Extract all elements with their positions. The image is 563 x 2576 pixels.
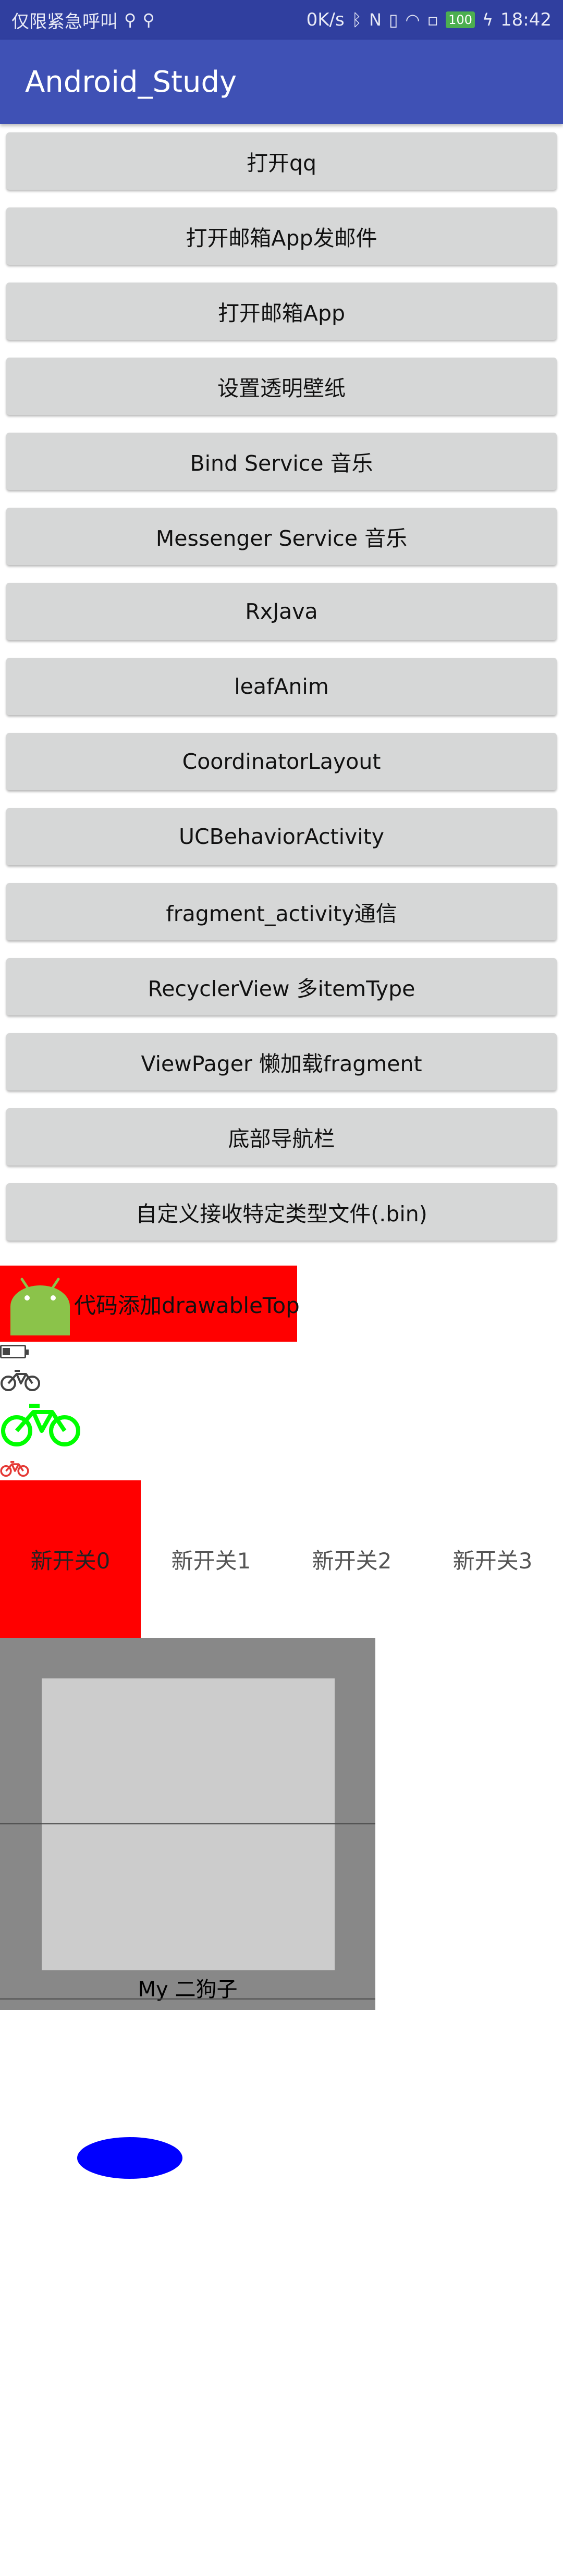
- open-mail-app-button[interactable]: 打开邮箱App: [6, 283, 557, 340]
- custom-view-inner: [42, 1678, 335, 1970]
- ucbehavior-activity-button[interactable]: UCBehaviorActivity: [6, 808, 557, 865]
- bluetooth-icon: ᛒ: [351, 10, 362, 30]
- battery-icon: 100: [446, 11, 475, 28]
- carrier-text: 仅限紧急呼叫: [11, 11, 118, 32]
- usb-icon: ⚲: [124, 10, 137, 30]
- tab-switch-3[interactable]: 新开关3: [422, 1480, 563, 1638]
- charging-icon: ϟ: [482, 10, 494, 30]
- tab-switch-2[interactable]: 新开关2: [282, 1480, 422, 1638]
- app-bar: Android_Study: [0, 40, 563, 124]
- open-qq-button[interactable]: 打开qq: [6, 132, 557, 190]
- status-bar: 仅限紧急呼叫 ⚲ ⚲ 0K/s ᛒ N ▯ ◠ ▫ 100 ϟ 18:42: [0, 0, 563, 40]
- clock: 18:42: [500, 9, 552, 30]
- rxjava-button[interactable]: RxJava: [6, 583, 557, 640]
- sim-icon: ▫: [427, 10, 439, 30]
- fragment-activity-comm-button[interactable]: fragment_activity通信: [6, 883, 557, 940]
- bottom-nav-button[interactable]: 底部导航栏: [6, 1108, 557, 1166]
- drawable-text-label: 代码添加drawableTop: [74, 1292, 300, 1318]
- open-mail-send-button[interactable]: 打开邮箱App发邮件: [6, 207, 557, 265]
- wifi-icon: ◠: [405, 10, 420, 30]
- messenger-service-music-button[interactable]: Messenger Service 音乐: [6, 508, 557, 565]
- leafanim-button[interactable]: leafAnim: [6, 658, 557, 715]
- viewpager-lazy-fragment-button[interactable]: ViewPager 懒加载fragment: [6, 1033, 557, 1090]
- set-transparent-wallpaper-button[interactable]: 设置透明壁纸: [6, 358, 557, 415]
- blue-oval-shape: [77, 2137, 182, 2179]
- network-speed: 0K/s: [306, 9, 345, 30]
- bind-service-music-button[interactable]: Bind Service 音乐: [6, 433, 557, 490]
- receive-bin-file-button[interactable]: 自定义接收特定类型文件(.bin): [6, 1183, 557, 1241]
- nfc-icon: N: [369, 10, 382, 30]
- vibrate-icon: ▯: [388, 10, 398, 30]
- switch-tabs: 新开关0 新开关1 新开关2 新开关3: [0, 1480, 563, 1638]
- bike-icon-red: [0, 1461, 29, 1477]
- tab-switch-0[interactable]: 新开关0: [0, 1480, 141, 1638]
- android-icon: [10, 1278, 70, 1335]
- battery-level-icon: [0, 1345, 29, 1358]
- coordinatorlayout-button[interactable]: CoordinatorLayout: [6, 733, 557, 790]
- usb-debug-icon: ⚲: [142, 10, 155, 30]
- tab-switch-1[interactable]: 新开关1: [141, 1480, 282, 1638]
- recyclerview-multi-type-button[interactable]: RecyclerView 多itemType: [6, 958, 557, 1015]
- bike-icon-grey: [1, 1370, 40, 1391]
- divider-line: [0, 1998, 375, 2000]
- custom-view-container: My 二狗子: [0, 1638, 375, 2010]
- divider-line: [0, 1823, 375, 1824]
- drawable-text-view: 代码添加drawableTop: [0, 1266, 300, 1342]
- bike-icon-green: [1, 1404, 80, 1446]
- app-title: Android_Study: [25, 65, 237, 99]
